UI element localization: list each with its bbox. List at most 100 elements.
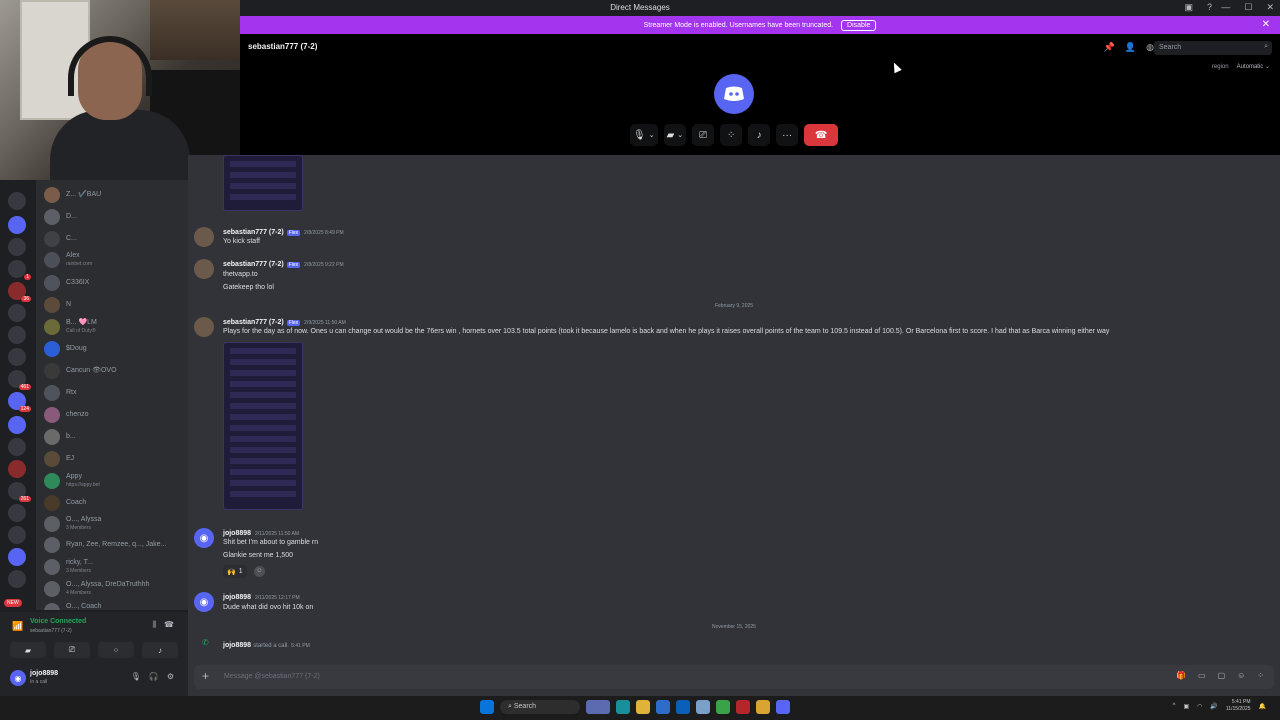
user-avatar[interactable] — [194, 259, 214, 279]
user-avatar[interactable]: ◉ — [194, 528, 214, 548]
dm-item[interactable]: O..., Alyssa, DreDaTruthhh 4 Members — [44, 579, 188, 599]
notifications-icon[interactable]: 🔔 — [1259, 703, 1266, 710]
profile-icon[interactable]: ◍ — [1146, 42, 1154, 53]
settings-gear-icon[interactable]: ⚙ — [167, 672, 174, 681]
inbox-icon[interactable]: ▣ — [1184, 2, 1193, 13]
dm-item[interactable]: C336IX — [44, 273, 188, 293]
server-icon[interactable] — [8, 326, 26, 344]
server-icon[interactable] — [8, 438, 26, 456]
message-author[interactable]: sebastian777 (7-2) — [223, 229, 284, 236]
user-name[interactable]: jojo8898 — [30, 670, 58, 677]
mute-mic-button[interactable]: 🎙 ⌄ — [630, 124, 658, 146]
dm-item[interactable]: EJ — [44, 449, 188, 469]
user-avatar[interactable]: ◉ — [10, 670, 26, 686]
dm-item[interactable]: Cancun 👁OVO — [44, 361, 188, 381]
app-icon[interactable] — [696, 700, 710, 714]
tray-icon[interactable]: ▣ — [1183, 703, 1189, 710]
dm-item[interactable]: N — [44, 295, 188, 315]
chrome-icon[interactable] — [756, 700, 770, 714]
dm-item[interactable]: b... — [44, 427, 188, 447]
pin-icon[interactable]: 📌 — [1104, 42, 1115, 53]
dm-item[interactable]: Appy https://appy.bet — [44, 471, 188, 491]
discover-icon[interactable] — [8, 570, 26, 588]
server-icon[interactable] — [8, 392, 31, 412]
dm-item[interactable]: D... — [44, 207, 188, 227]
message-author[interactable]: jojo8898 — [223, 530, 251, 537]
disable-streamer-button[interactable]: Disable — [841, 20, 877, 31]
dm-item[interactable]: O..., Coach3 Members — [44, 601, 188, 610]
add-reaction-icon[interactable]: ☺ — [254, 566, 265, 577]
user-avatar[interactable] — [194, 227, 214, 247]
server-icon[interactable] — [8, 460, 26, 478]
server-icon[interactable] — [8, 260, 32, 280]
server-icon[interactable] — [8, 192, 26, 210]
server-icon[interactable] — [8, 504, 26, 522]
taskbar-search[interactable]: ⌕ Search — [500, 700, 580, 714]
dm-item[interactable]: Rtx — [44, 383, 188, 403]
file-explorer-icon[interactable] — [636, 700, 650, 714]
attach-plus-icon[interactable]: + — [202, 669, 209, 683]
gift-icon[interactable]: 🎁 — [1176, 671, 1186, 680]
mic-icon[interactable]: 🎙 — [131, 672, 141, 681]
gif-icon[interactable]: ▭ — [1198, 671, 1206, 680]
user-avatar[interactable]: ◉ — [194, 592, 214, 612]
message-author[interactable]: sebastian777 (7-2) — [223, 261, 284, 268]
user-avatar[interactable] — [194, 317, 214, 337]
discord-taskbar-icon[interactable] — [776, 700, 790, 714]
server-icon[interactable] — [8, 482, 31, 502]
message-input[interactable]: + Message @sebastian777 (7-2) 🎁 ▭ ▢ ☺ ⁘ — [194, 665, 1274, 689]
screen-share-button[interactable]: ⎚ — [692, 124, 715, 146]
camera-button[interactable]: ▰ ⌄ — [663, 124, 687, 146]
image-attachment[interactable] — [223, 155, 303, 211]
help-icon[interactable]: ? — [1207, 2, 1212, 13]
server-folder-icon[interactable] — [8, 416, 26, 434]
headphones-icon[interactable]: 🎧 — [149, 672, 159, 681]
dm-item[interactable]: O..., Alyssa 3 Members — [44, 514, 188, 534]
start-button-icon[interactable] — [480, 700, 494, 714]
tray-chevron-icon[interactable]: ^ — [1173, 703, 1176, 709]
volume-icon[interactable]: 🔊 — [1210, 703, 1217, 710]
dm-item[interactable]: C... — [44, 229, 188, 249]
emoji-icon[interactable]: ☺ — [1237, 671, 1245, 680]
voice-channel[interactable]: sebastian777 (7-2) — [30, 628, 72, 634]
dm-item[interactable]: Alex rainbet.com — [44, 250, 188, 270]
server-icon[interactable] — [8, 282, 31, 302]
search-input[interactable]: Search ⌕ — [1154, 41, 1272, 55]
maximize-button[interactable]: ☐ — [1244, 2, 1252, 13]
soundboard-button[interactable]: ♪ — [748, 124, 771, 146]
message-link[interactable]: thetvapp.to — [223, 271, 258, 278]
image-attachment[interactable] — [223, 342, 303, 510]
outlook-icon[interactable] — [676, 700, 690, 714]
dm-item[interactable]: Ryan, Zee, Remzee, q..., Jake... — [44, 535, 188, 555]
wifi-icon[interactable]: ◠ — [1197, 703, 1202, 710]
reaction-pill[interactable]: 🙌 1 — [223, 565, 247, 578]
activities-button[interactable]: ⁘ — [98, 642, 134, 658]
clock[interactable]: 5:41 PM 11/15/2025 — [1226, 699, 1251, 713]
camera-toggle-button[interactable]: ▰ — [10, 642, 46, 658]
server-folder-icon[interactable] — [8, 548, 26, 566]
region-selector[interactable]: region Automatic ⌄ — [1212, 63, 1270, 70]
region-value[interactable]: Automatic — [1237, 64, 1264, 70]
close-banner-icon[interactable]: ✕ — [1262, 19, 1270, 30]
call-participant-avatar[interactable] — [714, 74, 754, 114]
server-icon[interactable] — [8, 526, 26, 544]
close-window-button[interactable]: ✕ — [1266, 2, 1274, 13]
more-options-button[interactable]: ··· — [776, 124, 799, 146]
dm-item[interactable]: $Doug — [44, 339, 188, 359]
server-icon[interactable] — [8, 238, 26, 256]
activities-button[interactable]: ⁘ — [720, 124, 743, 146]
server-icon[interactable] — [8, 370, 31, 390]
store-icon[interactable] — [656, 700, 670, 714]
minimize-button[interactable]: — — [1221, 2, 1230, 13]
sticker-icon[interactable]: ▢ — [1218, 671, 1226, 680]
call-notice-author[interactable]: jojo8898 — [223, 642, 251, 649]
screen-share-button[interactable]: ⎚ — [54, 642, 90, 658]
server-icon[interactable] — [8, 348, 26, 366]
add-friend-icon[interactable]: 👤 — [1125, 42, 1136, 53]
xbox-icon[interactable] — [716, 700, 730, 714]
server-icon[interactable] — [8, 304, 26, 322]
dm-item[interactable]: ricky, T... 3 Members — [44, 557, 188, 577]
dm-item[interactable]: Z... ✔️BAU — [44, 185, 188, 205]
disconnect-button[interactable]: ☎ — [804, 124, 839, 146]
chevron-down-icon[interactable]: ⌄ — [677, 131, 683, 139]
